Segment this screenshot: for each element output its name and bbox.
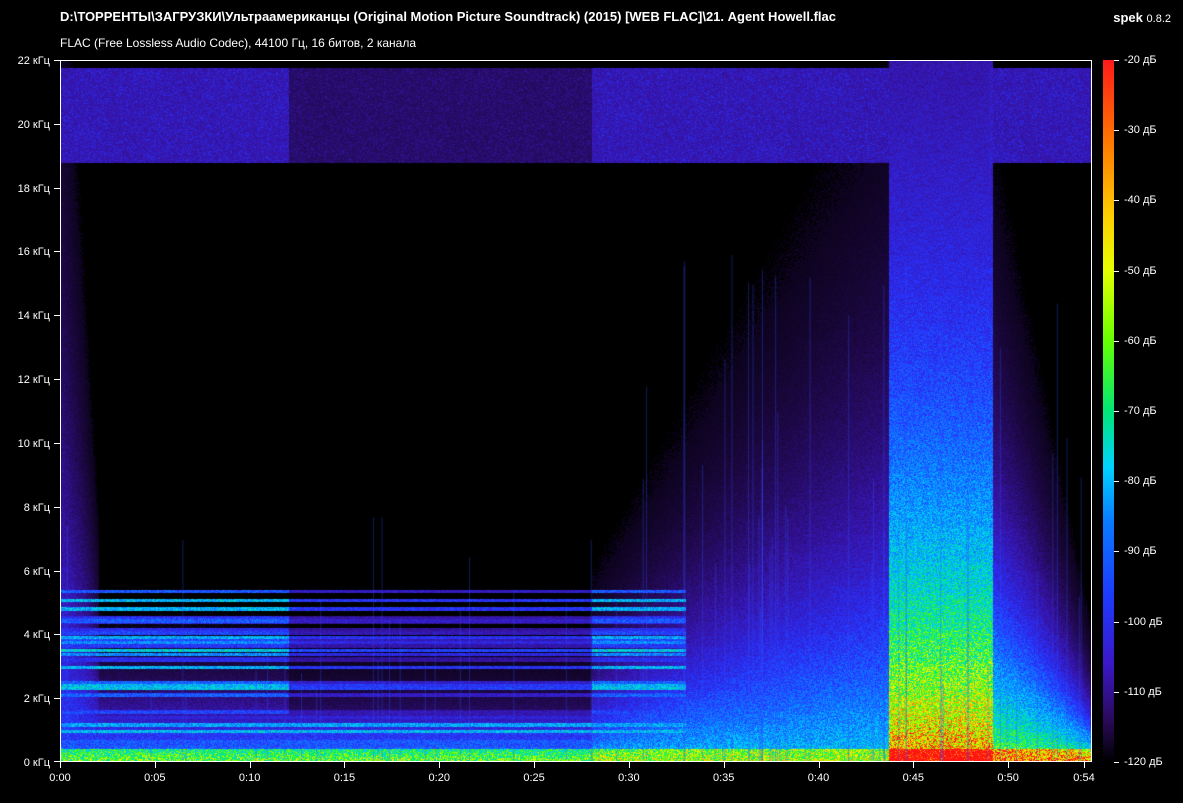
y-tick-label: 0 кГц [23, 757, 50, 769]
x-tick-label: 0:35 [712, 772, 735, 784]
x-tick-label: 0:54 [1073, 772, 1095, 784]
colorbar-tick-mark [1114, 200, 1119, 202]
y-tick-label: 6 кГц [23, 565, 50, 578]
y-tick-mark [54, 634, 60, 636]
colorbar-tick-label: -110 дБ [1124, 685, 1162, 698]
x-tick-label: 0:25 [523, 772, 545, 784]
audio-format-info: FLAC (Free Lossless Audio Codec), 44100 … [60, 36, 416, 50]
colorbar-tick-label: -50 дБ [1124, 264, 1157, 277]
y-tick-label: 4 кГц [23, 629, 50, 642]
x-tick-mark [439, 762, 441, 768]
colorbar-tick-mark [1114, 270, 1119, 272]
colorbar-tick-mark [1114, 130, 1119, 132]
colorbar-tick-mark [1114, 691, 1119, 693]
colorbar-tick-mark [1114, 411, 1119, 412]
x-tick-label: 0:10 [238, 772, 261, 784]
colorbar-tick-label: -70 дБ [1124, 405, 1157, 417]
colorbar-tick-mark [1114, 340, 1119, 342]
y-tick-label: 2 кГц [23, 693, 50, 706]
colorbar-tick-label: -20 дБ [1124, 54, 1157, 66]
x-tick-mark [60, 762, 61, 768]
y-tick-mark [54, 60, 60, 61]
x-tick-mark [344, 762, 346, 768]
y-tick-mark [54, 570, 60, 572]
colorbar-tick-mark [1114, 481, 1119, 483]
x-tick-mark [249, 762, 251, 768]
y-tick-mark [54, 506, 60, 508]
app-brand: spek 0.8.2 [1113, 10, 1171, 25]
x-tick-label: 0:40 [807, 772, 830, 784]
colorbar-tick-mark [1114, 762, 1119, 763]
spectrogram-canvas [61, 61, 1091, 761]
app-version: 0.8.2 [1146, 13, 1171, 25]
x-tick-mark [154, 762, 156, 768]
x-tick-label: 0:05 [144, 772, 166, 784]
y-tick-label: 10 кГц [17, 437, 50, 450]
colorbar-tick-mark [1114, 60, 1119, 61]
colorbar-tick-mark [1114, 621, 1119, 623]
colorbar-tick-label: -100 дБ [1124, 615, 1163, 628]
y-tick-label: 12 кГц [17, 374, 50, 387]
y-tick-label: 20 кГц [17, 118, 50, 131]
y-tick-mark [54, 698, 60, 700]
y-tick-label: 16 кГц [17, 246, 50, 259]
colorbar-tick-label: -80 дБ [1124, 475, 1157, 488]
x-tick-label: 0:30 [618, 772, 640, 784]
y-tick-mark [54, 187, 60, 189]
y-tick-label: 8 кГц [23, 501, 50, 514]
x-tick-mark [534, 762, 536, 768]
y-tick-label: 14 кГц [17, 310, 50, 323]
spectrogram-plot [60, 60, 1092, 762]
y-tick-label: 22 кГц [17, 55, 50, 67]
x-tick-label: 0:00 [49, 772, 71, 784]
x-tick-label: 0:20 [428, 772, 450, 784]
colorbar-tick-label: -30 дБ [1124, 124, 1157, 137]
x-tick-mark [1008, 762, 1010, 768]
x-tick-label: 0:50 [997, 772, 1019, 784]
app-name: spek [1113, 10, 1143, 25]
x-tick-label: 0:15 [333, 772, 356, 784]
y-tick-mark [54, 315, 60, 317]
y-tick-mark [54, 251, 60, 253]
colorbar-tick-label: -60 дБ [1124, 334, 1157, 347]
colorbar-tick-label: -120 дБ [1124, 756, 1163, 768]
colorbar-tick-mark [1114, 551, 1119, 553]
y-tick-mark [54, 379, 60, 381]
colorbar-tick-label: -90 дБ [1124, 545, 1157, 558]
y-tick-label: 18 кГц [17, 182, 50, 195]
x-tick-mark [913, 762, 915, 768]
file-path-title: D:\ТОРРЕНТЫ\ЗАГРУЗКИ\Ультраамериканцы (O… [60, 9, 836, 24]
x-tick-mark [818, 762, 820, 768]
x-tick-mark [628, 762, 630, 768]
colorbar [1103, 60, 1114, 762]
x-tick-mark [723, 762, 725, 768]
y-tick-mark [54, 123, 60, 125]
y-tick-mark [54, 442, 60, 444]
x-tick-label: 0:45 [902, 772, 925, 784]
x-tick-mark [1084, 762, 1085, 768]
colorbar-tick-label: -40 дБ [1124, 194, 1157, 207]
